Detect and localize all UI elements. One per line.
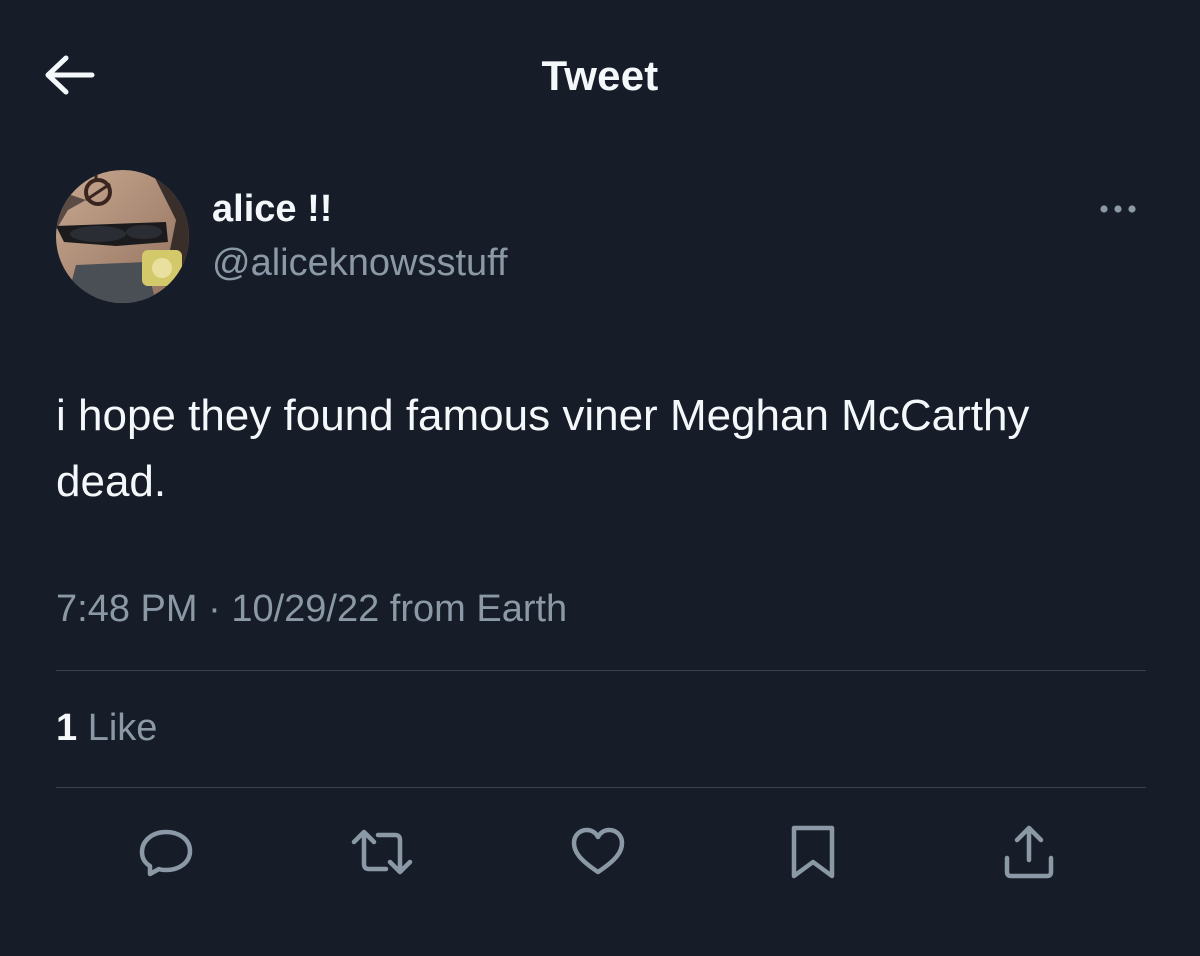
top-bar: Tweet <box>0 0 1200 150</box>
like-button[interactable] <box>566 820 630 884</box>
divider <box>56 670 1146 671</box>
author-display-name[interactable]: alice !! <box>212 188 332 231</box>
bookmark-button[interactable] <box>781 820 845 884</box>
retweet-icon <box>351 829 413 875</box>
tweet-text: i hope they found famous viner Meghan Mc… <box>56 391 1030 506</box>
retweet-button[interactable] <box>350 820 414 884</box>
like-count-value: 1 <box>56 707 78 749</box>
avatar[interactable] <box>56 170 189 303</box>
more-options-button[interactable] <box>1092 196 1144 222</box>
bookmark-icon <box>791 825 835 879</box>
tweet-time[interactable]: 7:48 PM <box>56 588 198 630</box>
tweet-source: from Earth <box>379 588 568 630</box>
page-title: Tweet <box>541 52 659 99</box>
meta-separator: · <box>197 588 232 630</box>
like-icon <box>571 827 625 875</box>
likes-count[interactable]: 1 Like <box>56 707 157 750</box>
reply-button[interactable] <box>134 820 198 884</box>
tweet-date[interactable]: 10/29/22 <box>231 588 379 630</box>
share-button[interactable] <box>997 820 1061 884</box>
share-icon <box>1004 825 1054 879</box>
like-count-label: Like <box>77 707 158 749</box>
more-icon <box>1100 205 1136 213</box>
reply-icon <box>139 829 193 877</box>
tweet-metadata: 7:48 PM · 10/29/22 from Earth <box>56 588 567 631</box>
divider <box>56 787 1146 788</box>
author-handle[interactable]: @aliceknowsstuff <box>212 242 508 285</box>
